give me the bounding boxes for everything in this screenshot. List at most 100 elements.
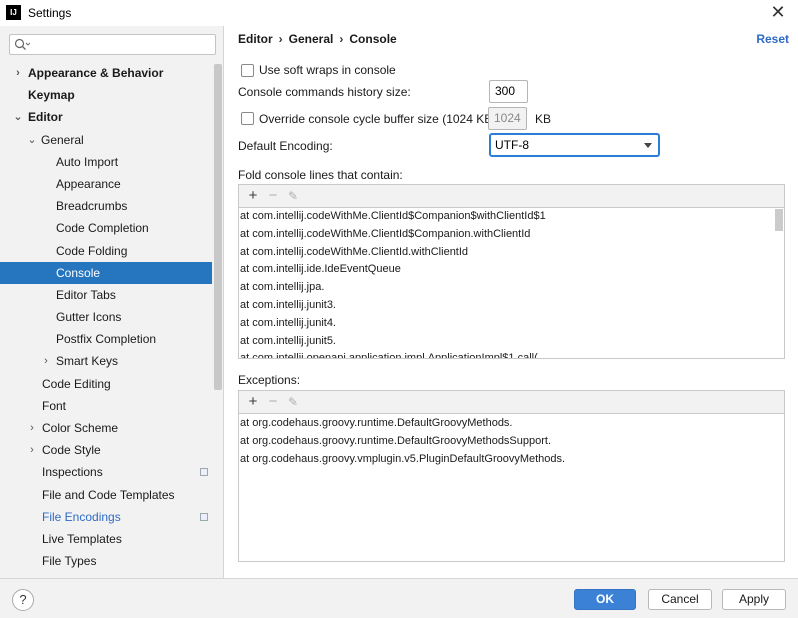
sidebar-item-appearance-behavior[interactable]: › Appearance & Behavior — [0, 62, 212, 84]
search-field[interactable] — [9, 34, 216, 55]
chevron-right-icon[interactable]: › — [27, 439, 37, 461]
default-encoding-select[interactable]: UTF-8 — [489, 133, 660, 157]
exceptions-toolbar: + − ✎ — [239, 391, 784, 414]
fold-line-row[interactable]: at com.intellij.codeWithMe.ClientId.with… — [239, 244, 784, 262]
project-scope-icon — [200, 512, 208, 521]
fold-line-row[interactable]: at com.intellij.codeWithMe.ClientId$Comp… — [239, 226, 784, 244]
fold-line-row[interactable]: at com.intellij.jpa. — [239, 279, 784, 297]
sidebar-item-general[interactable]: ⌄ General — [0, 129, 212, 151]
fold-line-row[interactable]: at com.intellij.ide.IdeEventQueue — [239, 261, 784, 279]
sidebar-item-color-scheme[interactable]: › Color Scheme — [0, 417, 212, 439]
sidebar-item-label: Code Completion — [56, 221, 149, 236]
sidebar-item-label: Breadcrumbs — [56, 199, 128, 214]
sidebar-item-keymap[interactable]: Keymap — [0, 84, 212, 106]
breadcrumb-item-console: Console — [349, 32, 397, 46]
sidebar-item-label: General — [41, 132, 84, 147]
fold-line-row[interactable]: at com.intellij.junit5. — [239, 333, 784, 351]
ok-button[interactable]: OK — [574, 589, 636, 610]
window-title: Settings — [28, 6, 72, 20]
edit-icon[interactable]: ✎ — [284, 187, 302, 205]
sidebar-item-gutter-icons[interactable]: Gutter Icons — [0, 306, 212, 328]
sidebar-item-label: File Encodings — [42, 509, 121, 524]
fold-line-row[interactable]: at com.intellij.junit4. — [239, 315, 784, 333]
sidebar-item-label: Smart Keys — [56, 354, 119, 369]
title-bar: IJ Settings ✕ — [0, 0, 798, 26]
sidebar-scrollbar[interactable] — [214, 64, 222, 390]
fold-lines-scrollbar[interactable] — [775, 209, 783, 231]
sidebar-item-code-style[interactable]: › Code Style — [0, 439, 212, 461]
close-icon[interactable]: ✕ — [768, 2, 788, 22]
sidebar-item-label: Editor Tabs — [56, 287, 116, 302]
sidebar-item-editor-tabs[interactable]: Editor Tabs — [0, 284, 212, 306]
sidebar-item-code-completion[interactable]: Code Completion — [0, 217, 212, 239]
sidebar-item-label: File and Code Templates — [42, 487, 175, 502]
chevron-down-icon[interactable]: ⌄ — [13, 106, 23, 128]
sidebar-item-breadcrumbs[interactable]: Breadcrumbs — [0, 195, 212, 217]
fold-line-row[interactable]: at com.intellij.junit3. — [239, 297, 784, 315]
apply-button[interactable]: Apply — [722, 589, 786, 610]
sidebar-item-code-editing[interactable]: Code Editing — [0, 373, 212, 395]
sidebar-item-label: Gutter Icons — [56, 310, 122, 325]
history-size-input[interactable]: 300 — [489, 80, 528, 103]
chevron-right-icon[interactable]: › — [41, 350, 51, 372]
buffer-unit-label: KB — [535, 112, 552, 126]
search-icon — [14, 38, 30, 50]
add-icon[interactable]: + — [244, 393, 262, 411]
exception-row[interactable]: at org.codehaus.groovy.runtime.DefaultGr… — [239, 433, 784, 451]
sidebar-item-smart-keys[interactable]: › Smart Keys — [0, 350, 212, 372]
fold-line-row[interactable]: at com.intellij.openapi.application.impl… — [239, 350, 784, 358]
edit-icon[interactable]: ✎ — [284, 393, 302, 411]
sidebar-item-postfix-completion[interactable]: Postfix Completion — [0, 328, 212, 350]
remove-icon[interactable]: − — [264, 393, 282, 411]
dropdown-arrow-icon — [644, 143, 652, 148]
sidebar-item-label: Appearance — [56, 176, 121, 191]
sidebar-item-appearance[interactable]: Appearance — [0, 173, 212, 195]
breadcrumb-separator: › — [339, 32, 344, 46]
soft-wraps-label: Use soft wraps in console — [259, 63, 396, 77]
override-buffer-label: Override console cycle buffer size (1024… — [259, 112, 497, 126]
default-encoding-label: Default Encoding: — [238, 139, 333, 153]
reset-link[interactable]: Reset — [756, 32, 789, 46]
breadcrumb-item-editor[interactable]: Editor — [238, 32, 273, 46]
sidebar-item-file-types[interactable]: File Types — [0, 550, 212, 572]
sidebar-item-font[interactable]: Font — [0, 395, 212, 417]
sidebar-item-label: Console — [56, 265, 101, 280]
chevron-right-icon[interactable]: › — [27, 417, 37, 439]
sidebar-item-label: Editor — [28, 110, 63, 125]
cancel-button[interactable]: Cancel — [648, 589, 712, 610]
soft-wraps-checkbox[interactable] — [241, 64, 254, 77]
sidebar-item-inspections[interactable]: Inspections — [0, 461, 212, 483]
add-icon[interactable]: + — [244, 187, 262, 205]
sidebar-item-label: Code Editing — [42, 376, 111, 391]
remove-icon[interactable]: − — [264, 187, 282, 205]
override-buffer-checkbox[interactable] — [241, 112, 254, 125]
sidebar-item-label: File Types — [42, 554, 97, 569]
sidebar-item-live-templates[interactable]: Live Templates — [0, 528, 212, 550]
breadcrumb: Editor › General › Console — [238, 32, 403, 46]
console-settings-panel: Editor › General › Console Reset Use soft wr… — [225, 26, 798, 578]
exception-row[interactable]: at org.codehaus.groovy.vmplugin.v5.Plugi… — [239, 451, 784, 469]
chevron-right-icon[interactable]: › — [13, 62, 23, 84]
help-icon[interactable]: ? — [12, 589, 34, 611]
app-icon: IJ — [6, 5, 21, 20]
sidebar-item-auto-import[interactable]: Auto Import — [0, 151, 212, 173]
exceptions-label: Exceptions: — [238, 373, 301, 387]
sidebar-item-file-and-code-templates[interactable]: File and Code Templates — [0, 484, 212, 506]
buffer-size-input[interactable]: 1024 — [488, 107, 527, 130]
fold-lines-toolbar: + − ✎ — [239, 185, 784, 208]
breadcrumb-item-general[interactable]: General — [289, 32, 334, 46]
settings-sidebar: › Appearance & Behavior Keymap ⌄ Editor ⌄ Gene… — [0, 26, 224, 578]
fold-line-row[interactable]: at com.intellij.codeWithMe.ClientId$Comp… — [239, 208, 784, 226]
encoding-value: UTF-8 — [495, 138, 529, 152]
sidebar-item-file-encodings[interactable]: File Encodings — [0, 506, 212, 528]
breadcrumb-separator: › — [278, 32, 283, 46]
sidebar-item-code-folding[interactable]: Code Folding — [0, 240, 212, 262]
dialog-footer: ? OK Cancel Apply — [0, 578, 798, 618]
sidebar-item-editor[interactable]: ⌄ Editor — [0, 106, 212, 128]
sidebar-item-label: Live Templates — [42, 531, 122, 546]
sidebar-item-console[interactable]: Console — [0, 261, 212, 284]
chevron-down-icon[interactable]: ⌄ — [27, 129, 37, 151]
search-input[interactable] — [32, 36, 212, 53]
exception-row[interactable]: at org.codehaus.groovy.runtime.DefaultGr… — [239, 415, 784, 433]
sidebar-item-label: Font — [42, 398, 67, 413]
